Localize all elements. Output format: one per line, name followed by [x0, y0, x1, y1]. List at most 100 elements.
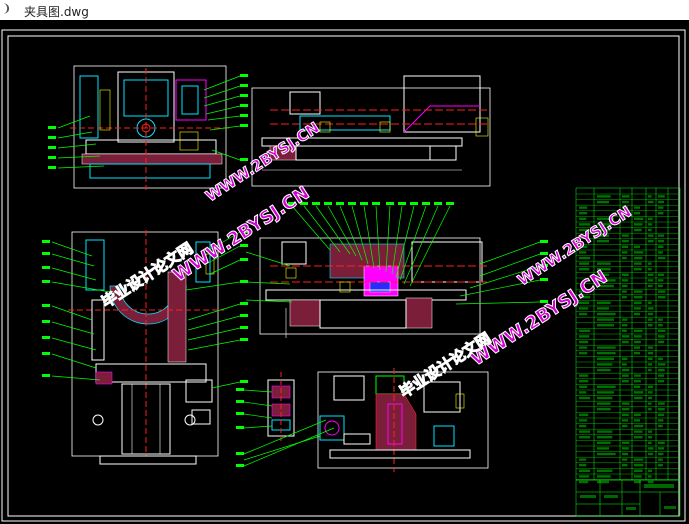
parts-list-cell-mark [634, 251, 644, 254]
parts-list-cell-mark [579, 206, 588, 209]
parts-list-cell-mark [579, 307, 589, 310]
parts-list-cell-mark [579, 480, 589, 484]
parts-list-cell-mark [634, 419, 640, 422]
parts-list-cell-mark [648, 391, 653, 394]
drawing-canvas[interactable]: WWW.2BYSJ.CN 毕业设计论文网 WWW.2BYSJ.CN WWW.2B… [0, 20, 689, 524]
side-view-topright [251, 75, 491, 187]
parts-list-cell-mark [648, 452, 654, 456]
parts-list-cell-mark [658, 413, 665, 416]
parts-list-cell-mark [622, 447, 629, 450]
parts-list-cell-mark [648, 396, 653, 400]
parts-list-cell-mark [622, 251, 628, 254]
parts-list-cell-mark [658, 335, 665, 338]
parts-list-cell-mark [658, 195, 665, 198]
parts-list-cell-mark [658, 408, 665, 411]
parts-list-cell-mark [658, 452, 664, 456]
parts-list-cell-mark [622, 464, 628, 467]
parts-list-cell-mark [648, 441, 652, 444]
parts-list-cell-mark [658, 458, 663, 461]
parts-list-cell-mark [622, 368, 630, 372]
parts-list-cell-mark [634, 475, 642, 478]
parts-list-cell-mark [648, 436, 653, 439]
parts-list-cell-mark [658, 206, 664, 209]
parts-list-cell-mark [597, 430, 613, 433]
parts-list-cell-mark [634, 391, 644, 394]
parts-list-cell-mark [634, 464, 644, 467]
parts-list-cell-mark [658, 441, 665, 444]
parts-list-cell-mark [579, 346, 588, 349]
parts-list-cell-mark [579, 256, 591, 260]
parts-list-cell-mark [622, 402, 630, 405]
parts-list-cell-mark [648, 273, 654, 276]
parts-list-cell-mark [597, 441, 611, 444]
parts-list-cell-mark [648, 318, 653, 321]
parts-list-cell-mark [634, 329, 643, 332]
parts-list-cell-mark [622, 279, 629, 282]
document-tab-title[interactable]: 夹具图.dwg [24, 3, 89, 20]
parts-list-cell-mark [648, 262, 652, 265]
parts-list-cell-mark [658, 380, 665, 383]
parts-list-cell-mark [658, 290, 666, 293]
parts-list-cell-mark [648, 228, 652, 232]
parts-list-cell-mark [634, 352, 640, 355]
parts-list-cell-mark [658, 284, 663, 288]
parts-list-cell-mark [597, 475, 611, 478]
parts-list-cell-mark [658, 245, 664, 248]
parts-list-cell-mark [658, 256, 666, 260]
parts-list-cell-mark [622, 273, 629, 276]
parts-list-cell-mark [658, 212, 664, 215]
parts-list-cell-mark [579, 380, 589, 383]
parts-list-cell-mark [634, 217, 644, 220]
parts-list-cell-mark [634, 340, 641, 344]
parts-list-cell-mark [597, 469, 613, 472]
parts-list-cell-mark [622, 335, 630, 338]
watermark-url-text-1: WWW.2BYSJ.CN [169, 183, 313, 287]
parts-list-cell-mark [648, 279, 654, 282]
parts-list-cell-mark [634, 296, 643, 299]
parts-list-cell-mark [597, 307, 609, 310]
parts-list-cell-mark [622, 340, 629, 344]
parts-list-cell-mark [634, 312, 640, 316]
parts-list-cell-mark [648, 307, 654, 310]
parts-list-cell-mark [622, 329, 627, 332]
parts-list-cell-mark [622, 234, 629, 237]
parts-list-cell-mark [634, 469, 643, 472]
parts-list-cell-mark [634, 430, 643, 433]
parts-list-cell-mark [648, 195, 652, 198]
parts-list-cell-mark [597, 391, 614, 394]
parts-list-cell-mark [658, 363, 666, 366]
parts-list-cell-mark [597, 480, 609, 484]
parts-list-cell-mark [622, 452, 629, 456]
parts-list-cell-mark [622, 245, 629, 248]
parts-list-cell-mark [597, 436, 613, 439]
parts-list-cell-mark [579, 385, 588, 388]
parts-list-cell-mark [658, 234, 665, 237]
back-icon[interactable]: ❩ [2, 2, 11, 15]
parts-list-cell-mark [648, 447, 654, 450]
section-view-middleright [259, 237, 490, 338]
parts-list-cell-mark [579, 475, 590, 478]
parts-list-cell-mark [648, 217, 653, 220]
parts-list-cell-mark [634, 262, 642, 265]
parts-list-cell-mark [648, 385, 654, 388]
parts-list-cell-mark [648, 234, 654, 237]
parts-list-cell-mark [579, 419, 588, 422]
parts-list-cell-mark [658, 447, 665, 450]
parts-list-cell-mark [658, 402, 665, 405]
watermark-url-1: WWW.2BYSJ.CN [169, 182, 314, 287]
parts-list-cell-mark [634, 301, 642, 304]
parts-list-cell-mark [648, 223, 653, 226]
parts-list-cell-mark [634, 206, 640, 209]
parts-list-cell-mark [579, 464, 587, 467]
parts-list-cell-mark [648, 312, 654, 316]
parts-list-cell-mark [648, 324, 653, 327]
parts-list-cell-mark [658, 419, 664, 422]
parts-list-cell-mark [579, 413, 589, 416]
parts-list-cell-mark [634, 212, 640, 215]
parts-list-cell-mark [579, 340, 589, 344]
parts-list-cell-mark [622, 441, 630, 444]
parts-list-cell-mark [622, 374, 629, 377]
parts-list-cell-mark [648, 363, 653, 366]
parts-list-cell-mark [579, 374, 589, 377]
parts-list-cell-mark [634, 307, 641, 310]
